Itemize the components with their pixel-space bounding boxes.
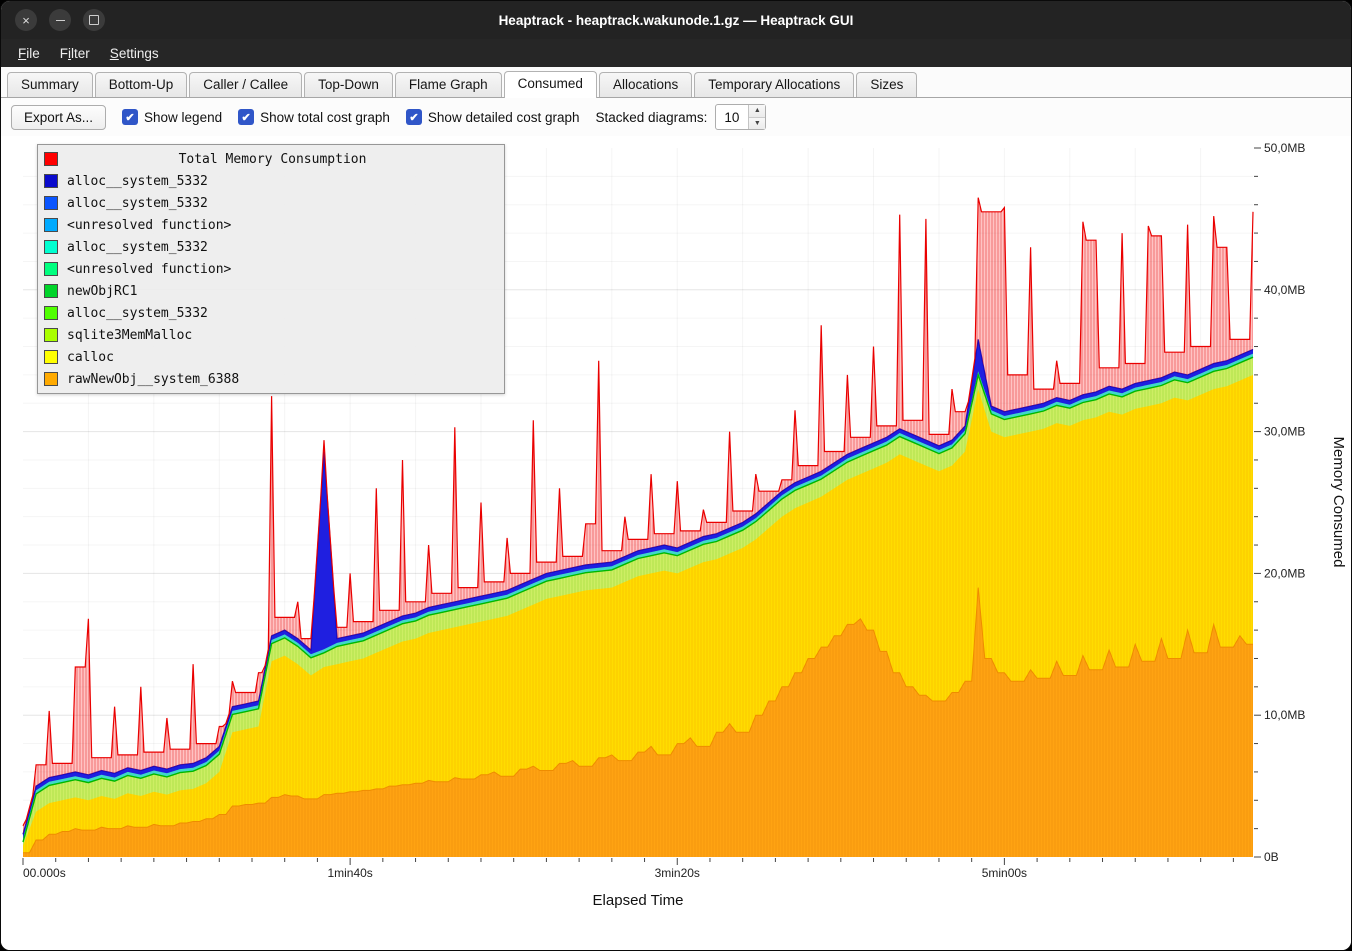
consumed-chart-area[interactable]: 00.000s 1min40s 3min20s 5min00s 0B 10,0MB 20,0… [1,136,1351,950]
svg-text:20,0MB: 20,0MB [1264,566,1305,580]
svg-text:0B: 0B [1264,850,1279,864]
legend-label: rawNewObj__system_6388 [67,372,239,387]
svg-text:3min20s: 3min20s [655,866,700,880]
legend-item: calloc [44,346,498,368]
maximize-button[interactable] [83,9,105,31]
legend-swatch [44,240,58,254]
tab-flame-graph[interactable]: Flame Graph [395,72,502,97]
legend-swatch [44,174,58,188]
heaptrack-window: × Heaptrack - heaptrack.wakunode.1.gz — … [0,0,1352,951]
stacked-diagrams-label: Stacked diagrams: [596,110,708,125]
legend-label: alloc__system_5332 [67,306,208,321]
tab-temporary-allocations[interactable]: Temporary Allocations [694,72,854,97]
legend-swatch [44,262,58,276]
svg-text:50,0MB: 50,0MB [1264,141,1305,155]
tab-top-down[interactable]: Top-Down [304,72,393,97]
menu-item-filter[interactable]: Filter [51,43,99,64]
export-as-button[interactable]: Export As... [11,105,106,130]
minimize-button[interactable] [49,9,71,31]
tab-caller-callee[interactable]: Caller / Callee [189,72,302,97]
checkbox-label: Show legend [144,110,222,125]
window-title: Heaptrack - heaptrack.wakunode.1.gz — He… [1,13,1351,28]
close-button[interactable]: × [15,9,37,31]
titlebar[interactable]: × Heaptrack - heaptrack.wakunode.1.gz — … [1,1,1351,39]
tab-allocations[interactable]: Allocations [599,72,692,97]
toolbar: Export As... ✔ Show legend ✔ Show total cos… [1,98,1351,136]
legend-swatch [44,284,58,298]
checkbox-box[interactable]: ✔ [406,109,422,125]
checkbox-show-legend[interactable]: ✔ Show legend [122,109,222,125]
checkbox-box[interactable]: ✔ [238,109,254,125]
legend-item: alloc__system_5332 [44,170,498,192]
svg-text:40,0MB: 40,0MB [1264,283,1305,297]
checkbox-show-total-cost-graph[interactable]: ✔ Show total cost graph [238,109,390,125]
legend-title-swatch [44,152,58,166]
spin-up-button[interactable]: ▲ [749,105,765,117]
legend-swatch [44,306,58,320]
legend-item: alloc__system_5332 [44,236,498,258]
legend-swatch [44,372,58,386]
toolbar-checkboxes: ✔ Show legend ✔ Show total cost graph ✔ Show … [122,109,580,125]
tab-bar: SummaryBottom-UpCaller / CalleeTop-DownF… [1,67,1351,98]
legend-label: calloc [67,350,114,365]
legend-label: <unresolved function> [67,262,231,277]
x-axis-title: Elapsed Time [23,892,1253,909]
stacked-diagrams-spinbox[interactable]: 10 ▲ ▼ [715,104,766,130]
legend-label: alloc__system_5332 [67,174,208,189]
tab-sizes[interactable]: Sizes [856,72,917,97]
legend-label: alloc__system_5332 [67,240,208,255]
legend-item: rawNewObj__system_6388 [44,368,498,390]
tab-summary[interactable]: Summary [7,72,93,97]
checkbox-show-detailed-cost-graph[interactable]: ✔ Show detailed cost graph [406,109,580,125]
legend-label: alloc__system_5332 [67,196,208,211]
checkbox-label: Show detailed cost graph [428,110,580,125]
menu-item-file[interactable]: File [9,43,49,64]
legend-item: alloc__system_5332 [44,302,498,324]
legend-item: sqlite3MemMalloc [44,324,498,346]
legend-swatch [44,196,58,210]
legend-item: newObjRC1 [44,280,498,302]
y-axis-title: Memory Consumed [1330,437,1347,568]
legend-label: sqlite3MemMalloc [67,328,192,343]
stacked-diagrams-value: 10 [716,105,748,129]
legend-swatch [44,218,58,232]
legend-label: <unresolved function> [67,218,231,233]
svg-text:1min40s: 1min40s [327,866,372,880]
svg-text:10,0MB: 10,0MB [1264,708,1305,722]
stacked-diagrams-group: Stacked diagrams: 10 ▲ ▼ [596,104,767,130]
tab-bottom-up[interactable]: Bottom-Up [95,72,188,97]
svg-text:30,0MB: 30,0MB [1264,425,1305,439]
checkbox-label: Show total cost graph [260,110,390,125]
legend-swatch [44,350,58,364]
spin-buttons: ▲ ▼ [748,105,765,129]
legend-swatch [44,328,58,342]
svg-text:00.000s: 00.000s [23,866,66,880]
legend-label: newObjRC1 [67,284,137,299]
window-controls: × [15,9,105,31]
legend-title-row: Total Memory Consumption [44,148,498,170]
close-icon: × [22,14,30,27]
legend-item: <unresolved function> [44,214,498,236]
tab-consumed[interactable]: Consumed [504,71,597,98]
menubar: FileFilterSettings [1,39,1351,67]
spin-down-button[interactable]: ▼ [749,117,765,130]
checkbox-box[interactable]: ✔ [122,109,138,125]
legend-title: Total Memory Consumption [67,152,498,167]
legend-item: alloc__system_5332 [44,192,498,214]
minimize-icon [56,20,65,21]
menu-item-settings[interactable]: Settings [101,43,168,64]
legend-item: <unresolved function> [44,258,498,280]
chart-legend: Total Memory Consumption alloc__system_5… [37,144,505,394]
svg-text:5min00s: 5min00s [982,866,1027,880]
maximize-icon [89,15,99,25]
